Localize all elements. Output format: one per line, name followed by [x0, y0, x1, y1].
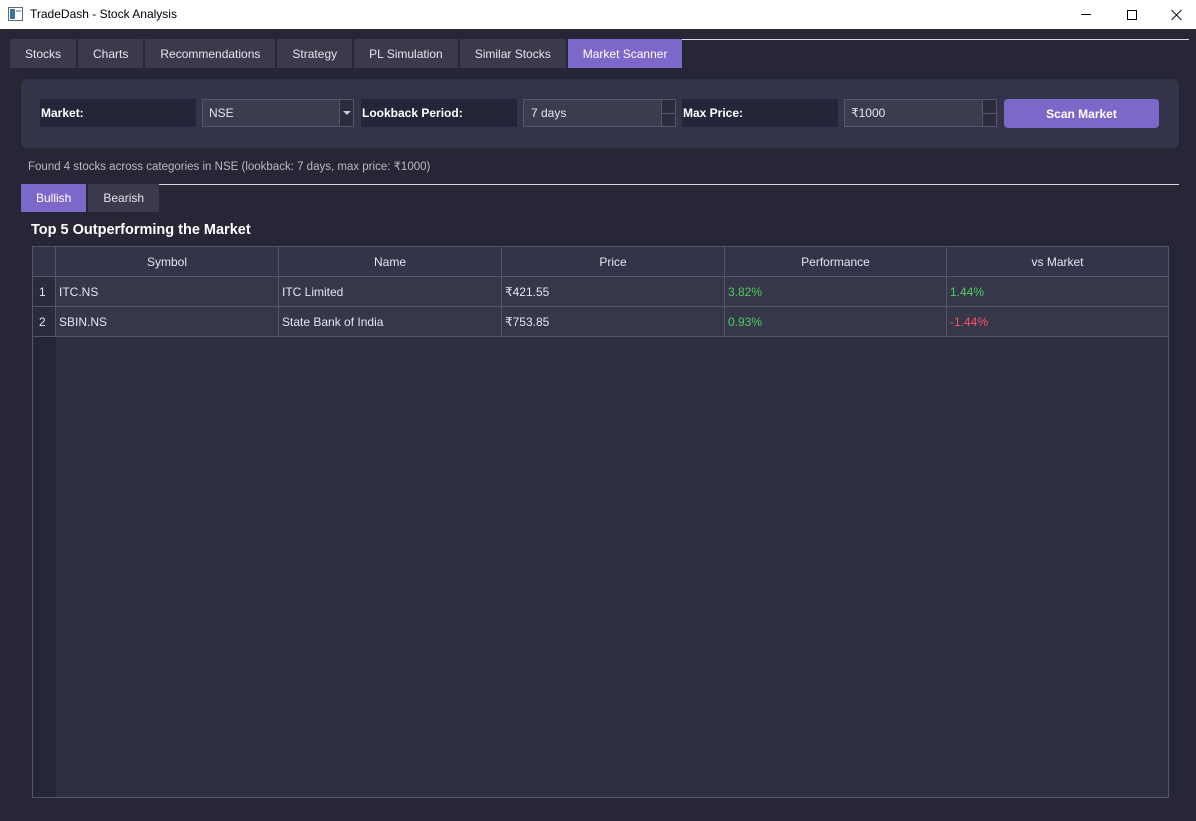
spin-up-icon[interactable] — [662, 100, 675, 114]
table-header: Symbol Name Price Performance vs Market — [33, 247, 1168, 277]
spin-down-icon[interactable] — [983, 113, 996, 126]
scan-settings-panel: Market: NSE Lookback Period: 7 days Max … — [21, 79, 1179, 148]
maximize-button[interactable] — [1109, 0, 1155, 29]
main-tab-bar: Stocks Charts Recommendations Strategy P… — [10, 39, 684, 68]
tab-bearish[interactable]: Bearish — [88, 184, 160, 212]
cell-performance[interactable]: 0.93% — [725, 307, 947, 336]
max-price-value: ₹1000 — [851, 106, 886, 120]
tab-charts[interactable]: Charts — [78, 39, 144, 68]
chevron-down-icon[interactable] — [339, 100, 353, 126]
tab-bar-divider — [639, 39, 1189, 40]
sub-tab-divider — [151, 184, 1179, 185]
sub-tab-bar: Bullish Bearish — [21, 184, 161, 212]
cell-price[interactable]: ₹421.55 — [502, 277, 725, 306]
market-label: Market: — [40, 99, 196, 127]
spin-down-icon[interactable] — [662, 113, 675, 126]
maximize-icon — [1127, 9, 1137, 20]
title-bar: TradeDash - Stock Analysis — [0, 0, 1196, 29]
cell-name[interactable]: ITC Limited — [279, 277, 502, 306]
column-header-vs-market[interactable]: vs Market — [947, 247, 1168, 276]
tab-strategy[interactable]: Strategy — [277, 39, 353, 68]
tab-bullish[interactable]: Bullish — [21, 184, 87, 212]
row-number[interactable]: 1 — [33, 277, 56, 306]
lookback-spin-arrows[interactable] — [661, 100, 675, 126]
table-row[interactable]: 1 ITC.NS ITC Limited ₹421.55 3.82% 1.44% — [33, 277, 1168, 307]
minimize-icon — [1081, 14, 1091, 15]
table-corner-button[interactable] — [33, 247, 56, 276]
market-select-value: NSE — [209, 106, 234, 120]
tab-stocks[interactable]: Stocks — [10, 39, 77, 68]
cell-symbol[interactable]: SBIN.NS — [56, 307, 279, 336]
close-button[interactable] — [1154, 0, 1196, 29]
app-window-icon — [8, 7, 23, 21]
window-title: TradeDash - Stock Analysis — [30, 7, 177, 21]
market-select[interactable]: NSE — [202, 99, 354, 127]
column-header-name[interactable]: Name — [279, 247, 502, 276]
lookback-spinbox[interactable]: 7 days — [523, 99, 676, 127]
scan-market-button[interactable]: Scan Market — [1004, 99, 1159, 128]
minimize-button[interactable] — [1063, 0, 1109, 29]
cell-performance[interactable]: 3.82% — [725, 277, 947, 306]
results-table[interactable]: Symbol Name Price Performance vs Market … — [32, 246, 1169, 798]
lookback-label: Lookback Period: — [361, 99, 517, 127]
tab-recommendations[interactable]: Recommendations — [145, 39, 276, 68]
tab-pl-simulation[interactable]: PL Simulation — [354, 39, 458, 68]
lookback-value: 7 days — [531, 106, 567, 120]
scan-status-text: Found 4 stocks across categories in NSE … — [28, 161, 431, 173]
row-number[interactable]: 2 — [33, 307, 56, 336]
cell-vs-market[interactable]: -1.44% — [947, 307, 1168, 336]
max-price-spinbox[interactable]: ₹1000 — [844, 99, 997, 127]
max-price-label: Max Price: — [682, 99, 838, 127]
tab-market-scanner[interactable]: Market Scanner — [567, 39, 683, 68]
max-price-spin-arrows[interactable] — [982, 100, 996, 126]
column-header-symbol[interactable]: Symbol — [56, 247, 279, 276]
column-header-performance[interactable]: Performance — [725, 247, 947, 276]
section-title: Top 5 Outperforming the Market — [31, 222, 251, 238]
table-row[interactable]: 2 SBIN.NS State Bank of India ₹753.85 0.… — [33, 307, 1168, 337]
column-header-price[interactable]: Price — [502, 247, 725, 276]
cell-price[interactable]: ₹753.85 — [502, 307, 725, 336]
cell-name[interactable]: State Bank of India — [279, 307, 502, 336]
spin-up-icon[interactable] — [983, 100, 996, 114]
cell-vs-market[interactable]: 1.44% — [947, 277, 1168, 306]
tab-similar-stocks[interactable]: Similar Stocks — [459, 39, 566, 68]
close-icon — [1171, 9, 1183, 21]
cell-symbol[interactable]: ITC.NS — [56, 277, 279, 306]
